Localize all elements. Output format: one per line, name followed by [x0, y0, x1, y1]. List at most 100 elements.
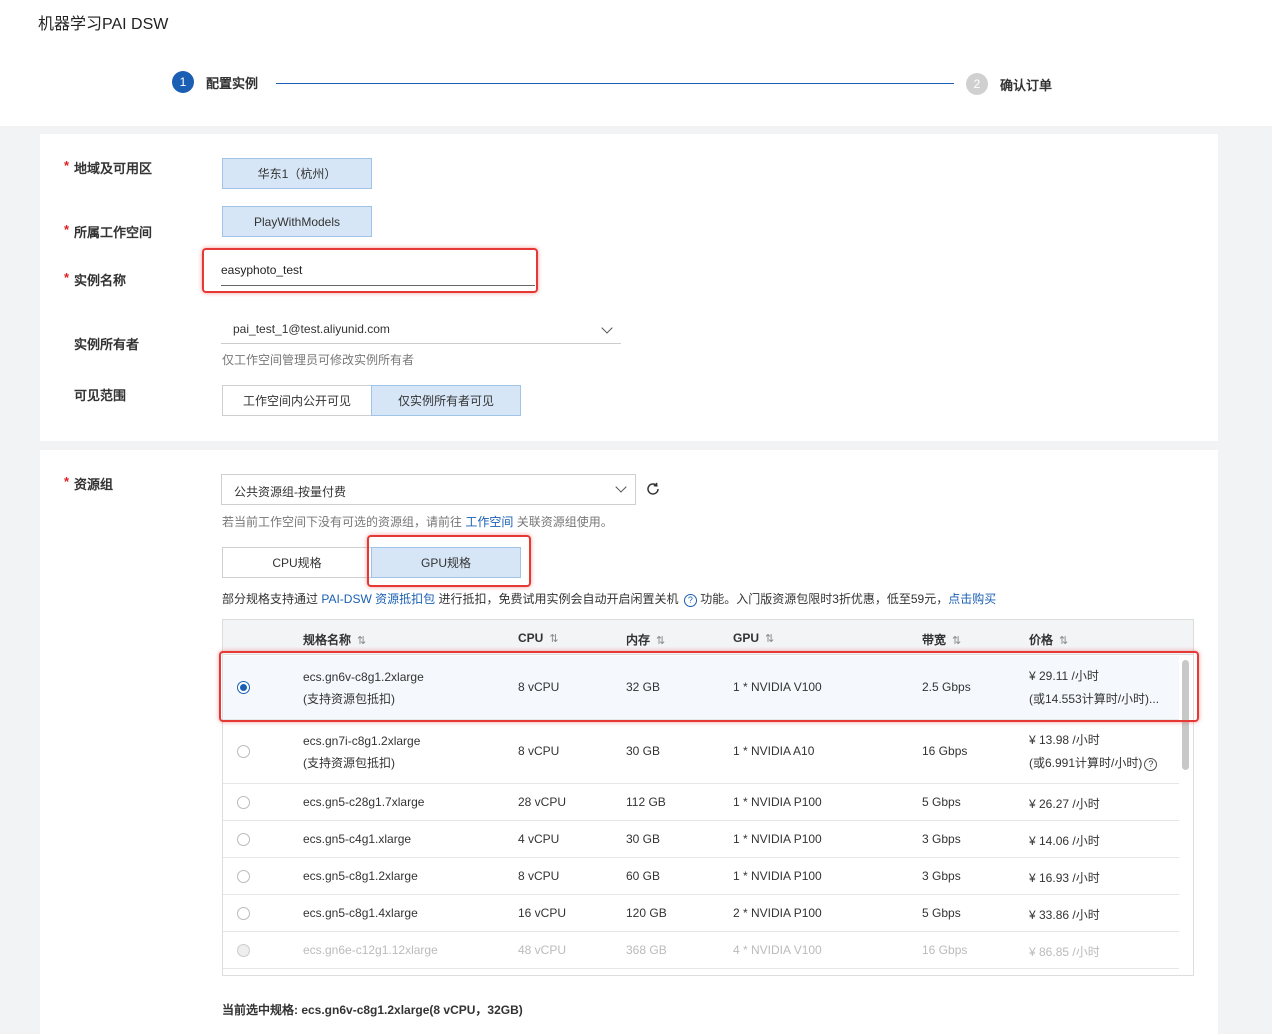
step-number: 1	[172, 71, 194, 93]
spec-name: ecs.gn6e-c12g1.12xlarge	[303, 943, 438, 957]
memory-cell: 60 GB	[626, 869, 661, 883]
row-radio[interactable]	[237, 870, 250, 883]
gpu-cell: 1 * NVIDIA V100	[733, 680, 822, 694]
workspace-option[interactable]: PlayWithModels	[222, 206, 372, 237]
table-row[interactable]: ecs.gn5-c8g1.2xlarge 8 vCPU 60 GB 1 * NV…	[223, 858, 1179, 895]
tab-cpu-spec[interactable]: CPU规格	[222, 547, 372, 578]
gpu-cell: 1 * NVIDIA P100	[733, 795, 822, 809]
step-progress-line	[276, 83, 954, 84]
hint-text: 关联资源组使用。	[516, 515, 613, 529]
buy-now-link[interactable]: 点击购买	[948, 592, 996, 606]
owner-select[interactable]: pai_test_1@test.aliyunid.com	[221, 316, 621, 344]
region-label: 地域及可用区	[64, 158, 152, 177]
row-radio[interactable]	[237, 796, 250, 809]
row-radio[interactable]	[237, 681, 250, 694]
promo-suffix: 功能。入门版资源包限时3折优惠，低至59元，	[700, 592, 949, 606]
spec-note: (支持资源包抵扣)	[303, 756, 395, 770]
gpu-cell: 4 * NVIDIA V100	[733, 943, 822, 957]
resource-group-hint: 若当前工作空间下没有可选的资源组，请前往 工作空间 关联资源组使用。	[222, 513, 613, 530]
bandwidth-cell: 3 Gbps	[922, 832, 961, 846]
price-cell: ¥ 86.85 /小时	[1029, 945, 1100, 959]
spec-name: ecs.gn7i-c8g1.2xlarge	[303, 734, 421, 748]
table-row[interactable]: ecs.gn5-c4g1.xlarge 4 vCPU 30 GB 1 * NVI…	[223, 821, 1179, 858]
promo-prefix: 部分规格支持通过	[222, 592, 319, 606]
col-gpu[interactable]: GPU ⇅	[733, 631, 774, 645]
gpu-cell: 2 * NVIDIA P100	[733, 906, 822, 920]
help-icon[interactable]: ?	[1144, 758, 1158, 771]
price-alt-cell: (或14.553计算时/小时)...	[1029, 692, 1160, 706]
spec-name: ecs.gn6v-c8g1.2xlarge	[303, 670, 424, 684]
memory-cell: 120 GB	[626, 906, 667, 920]
col-bandwidth[interactable]: 带宽 ⇅	[922, 631, 961, 648]
spec-name: ecs.gn5-c8g1.4xlarge	[303, 906, 418, 920]
row-radio[interactable]	[237, 907, 250, 920]
current-spec-summary: 当前选中规格: ecs.gn6v-c8g1.2xlarge(8 vCPU，32G…	[222, 1003, 523, 1017]
table-scrollbar[interactable]	[1182, 660, 1189, 770]
sort-icon: ⇅	[656, 635, 666, 647]
sort-icon: ⇅	[357, 635, 367, 647]
visibility-owner-only[interactable]: 仅实例所有者可见	[371, 385, 521, 416]
spec-name: ecs.gn5-c28g1.7xlarge	[303, 795, 425, 809]
gpu-spec-table: 规格名称 ⇅ CPU ⇅ 内存 ⇅ GPU ⇅ 带宽 ⇅ 价格 ⇅ ecs.gn6v-c8g…	[222, 619, 1194, 976]
price-cell: ¥ 26.27 /小时	[1029, 797, 1100, 811]
col-spec-name[interactable]: 规格名称 ⇅	[303, 631, 366, 648]
memory-cell: 30 GB	[626, 832, 661, 846]
app-title: 机器学习PAI DSW	[38, 16, 169, 33]
bandwidth-cell: 5 Gbps	[922, 795, 961, 809]
col-price[interactable]: 价格 ⇅	[1029, 631, 1068, 648]
bandwidth-cell: 16 Gbps	[922, 744, 968, 758]
visibility-workspace-public[interactable]: 工作空间内公开可见	[222, 385, 372, 416]
memory-cell: 112 GB	[626, 795, 666, 809]
cpu-cell: 8 vCPU	[518, 744, 560, 758]
col-cpu[interactable]: CPU ⇅	[518, 631, 559, 645]
sort-icon: ⇅	[549, 633, 559, 645]
spec-name: ecs.gn5-c4g1.xlarge	[303, 832, 412, 846]
bandwidth-cell: 3 Gbps	[922, 869, 961, 883]
table-row[interactable]: ecs.gn6v-c8g1.2xlarge (支持资源包抵扣) 8 vCPU 3…	[223, 656, 1179, 720]
tab-gpu-spec[interactable]: GPU规格	[371, 547, 521, 578]
price-cell: ¥ 14.06 /小时	[1029, 834, 1100, 848]
price-cell: ¥ 13.98 /小时	[1029, 733, 1100, 747]
spec-note: (支持资源包抵扣)	[303, 692, 395, 706]
deduction-package-link[interactable]: PAI-DSW 资源抵扣包	[321, 592, 435, 606]
memory-cell: 30 GB	[626, 744, 661, 758]
help-icon[interactable]: ?	[683, 594, 697, 607]
instance-name-input[interactable]: easyphoto_test	[221, 256, 535, 286]
workspace-link[interactable]: 工作空间	[465, 515, 513, 529]
cpu-cell: 4 vCPU	[518, 832, 560, 846]
promo-middle: 进行抵扣，免费试用实例会自动开启闲置关机	[438, 592, 679, 606]
resource-group-select[interactable]: 公共资源组-按量付费	[221, 474, 636, 505]
workspace-label: 所属工作空间	[64, 222, 152, 241]
step-label: 确认订单	[1000, 77, 1053, 93]
bandwidth-cell: 2.5 Gbps	[922, 680, 971, 694]
row-radio[interactable]	[237, 833, 250, 846]
col-memory[interactable]: 内存 ⇅	[626, 631, 665, 648]
visibility-label: 可见范围	[74, 388, 127, 403]
cpu-cell: 48 vCPU	[518, 943, 567, 957]
cpu-cell: 28 vCPU	[518, 795, 567, 809]
resource-group-value: 公共资源组-按量付费	[234, 485, 346, 499]
bandwidth-cell: 16 Gbps	[922, 943, 968, 957]
resource-group-label: 资源组	[64, 474, 113, 493]
step-number: 2	[966, 73, 988, 95]
memory-cell: 368 GB	[626, 943, 667, 957]
row-radio[interactable]	[237, 745, 250, 758]
table-row[interactable]: ecs.gn7i-c8g1.2xlarge (支持资源包抵扣) 8 vCPU 3…	[223, 720, 1179, 784]
region-option[interactable]: 华东1（杭州）	[222, 158, 372, 189]
price-cell: ¥ 29.11 /小时	[1029, 669, 1099, 683]
hint-text: 若当前工作空间下没有可选的资源组，请前往	[222, 515, 463, 529]
chevron-down-icon	[601, 322, 613, 334]
gpu-cell: 1 * NVIDIA P100	[733, 832, 822, 846]
spec-name: ecs.gn5-c8g1.2xlarge	[303, 869, 418, 883]
sort-icon: ⇅	[765, 633, 775, 645]
table-row[interactable]: ecs.gn5-c28g1.7xlarge 28 vCPU 112 GB 1 *…	[223, 784, 1179, 821]
price-cell: ¥ 33.86 /小时	[1029, 908, 1100, 922]
price-cell: ¥ 16.93 /小时	[1029, 871, 1100, 885]
step-configure-instance: 1 配置实例	[172, 71, 258, 93]
table-row[interactable]: ecs.gn5-c8g1.4xlarge 16 vCPU 120 GB 2 * …	[223, 895, 1179, 932]
table-row-disabled: ecs.gn6e-c12g1.12xlarge 48 vCPU 368 GB 4…	[223, 932, 1179, 969]
promo-text: 部分规格支持通过 PAI-DSW 资源抵扣包 进行抵扣，免费试用实例会自动开启闲…	[222, 590, 996, 607]
refresh-icon[interactable]	[645, 481, 661, 497]
row-radio	[237, 944, 250, 957]
price-alt-cell: (或6.991计算时/小时)?	[1029, 754, 1158, 771]
